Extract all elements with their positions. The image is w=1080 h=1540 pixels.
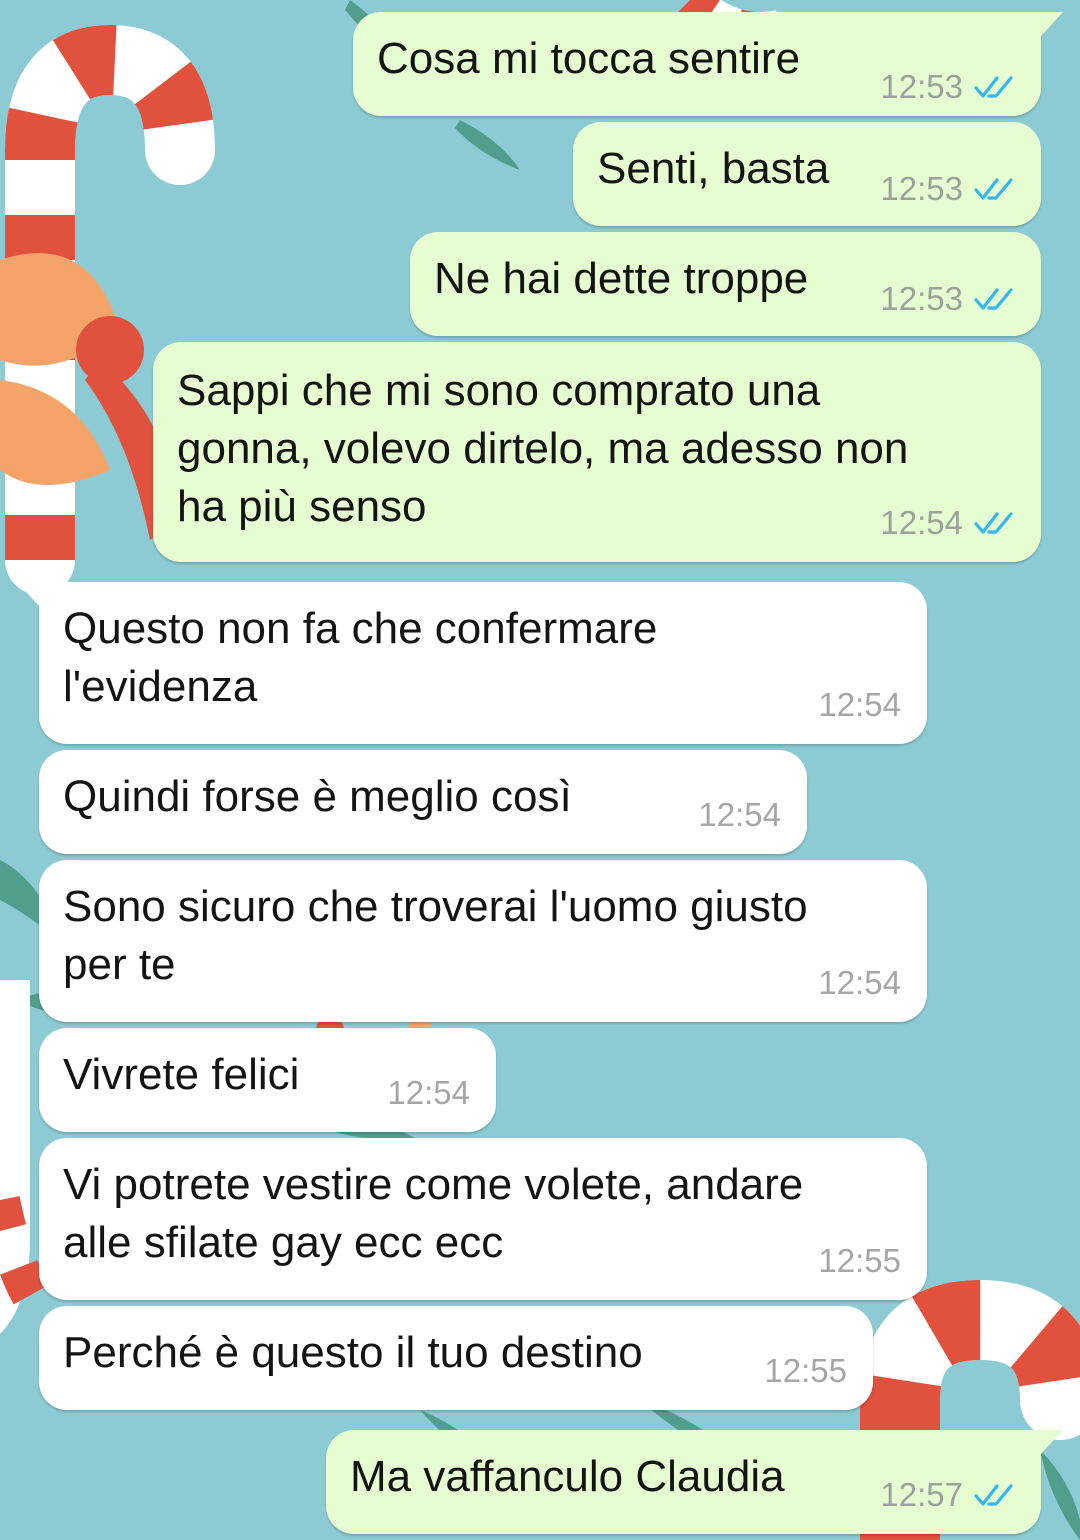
- message-time: 12:55: [818, 1242, 901, 1279]
- read-double-check-icon: [974, 178, 1013, 200]
- message-meta: 12:54: [387, 1074, 470, 1112]
- message-text: Senti, basta: [597, 144, 830, 193]
- message-meta: 12:54: [880, 504, 1019, 542]
- message-bubble-outgoing[interactable]: Senti, basta 12:53: [573, 122, 1041, 226]
- read-double-check-icon: [974, 76, 1013, 98]
- message-text: Ne hai dette troppe: [434, 254, 809, 303]
- message-time: 12:57: [880, 1476, 963, 1513]
- read-double-check-icon: [974, 1484, 1013, 1506]
- message-time: 12:53: [880, 170, 963, 207]
- message-meta: 12:53: [880, 280, 1019, 318]
- message-text: Cosa mi tocca sentire: [377, 34, 801, 83]
- message-text: Sappi che mi sono comprato una gonna, vo…: [177, 366, 909, 531]
- message-meta: 12:53: [880, 170, 1019, 208]
- message-time: 12:53: [880, 68, 963, 105]
- message-time: 12:53: [880, 280, 963, 317]
- message-meta: 12:55: [764, 1352, 847, 1390]
- read-double-check-icon: [974, 288, 1013, 310]
- message-text: Vi potrete vestire come volete, andare a…: [63, 1160, 804, 1267]
- message-bubble-incoming[interactable]: Sono sicuro che troverai l'uomo giusto p…: [39, 860, 927, 1022]
- message-bubble-outgoing[interactable]: Ma vaffanculo Claudia 12:57: [326, 1430, 1063, 1534]
- message-bubble-outgoing[interactable]: Cosa mi tocca sentire 12:53: [353, 12, 1063, 116]
- message-text: Vivrete felici: [63, 1050, 300, 1099]
- message-text: Perché è questo il tuo destino: [63, 1328, 643, 1377]
- message-text: Questo non fa che confermare l'evidenza: [63, 604, 658, 711]
- message-bubble-outgoing[interactable]: Sappi che mi sono comprato una gonna, vo…: [153, 342, 1041, 562]
- message-text: Sono sicuro che troverai l'uomo giusto p…: [63, 882, 808, 989]
- message-bubble-incoming[interactable]: Vi potrete vestire come volete, andare a…: [39, 1138, 927, 1300]
- message-time: 12:54: [818, 686, 901, 723]
- message-meta: 12:54: [698, 796, 781, 834]
- message-time: 12:54: [880, 504, 963, 541]
- message-bubble-incoming[interactable]: Questo non fa che confermare l'evidenza …: [17, 582, 927, 744]
- message-meta: 12:57: [880, 1476, 1019, 1514]
- message-meta: 12:53: [880, 68, 1019, 106]
- message-meta: 12:54: [818, 964, 901, 1002]
- read-double-check-icon: [974, 512, 1013, 534]
- message-bubble-incoming[interactable]: Perché è questo il tuo destino 12:55: [39, 1306, 873, 1410]
- message-bubble-outgoing[interactable]: Ne hai dette troppe 12:53: [410, 232, 1041, 336]
- message-bubble-incoming[interactable]: Quindi forse è meglio così 12:54: [39, 750, 807, 854]
- message-time: 12:55: [764, 1352, 847, 1389]
- message-text: Quindi forse è meglio così: [63, 772, 572, 821]
- message-meta: 12:55: [818, 1242, 901, 1280]
- message-text: Ma vaffanculo Claudia: [350, 1452, 785, 1501]
- message-time: 12:54: [698, 796, 781, 833]
- message-bubble-incoming[interactable]: Vivrete felici 12:54: [39, 1028, 496, 1132]
- message-time: 12:54: [387, 1074, 470, 1111]
- message-meta: 12:54: [818, 686, 901, 724]
- message-time: 12:54: [818, 964, 901, 1001]
